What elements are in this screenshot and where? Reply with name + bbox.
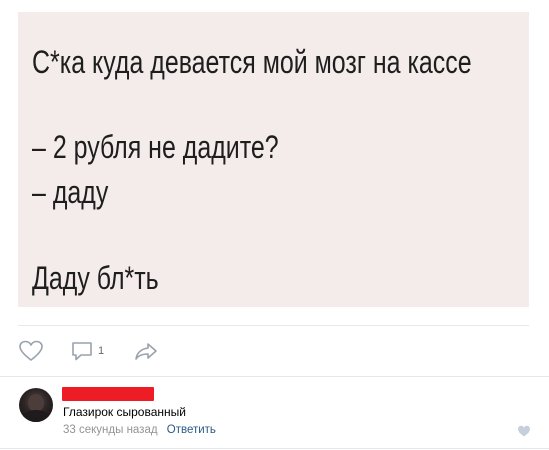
share-arrow-icon xyxy=(135,343,157,360)
post-image-line-1: С*ка куда девается мой мозг на кассе xyxy=(32,44,472,80)
post-image-line-4: Даду бл*ть xyxy=(32,260,159,296)
post-image-line-2: – 2 рубля не дадите? xyxy=(32,129,279,165)
post-image[interactable]: С*ка куда девается мой мозг на кассе – 2… xyxy=(18,12,529,307)
comment-text: Глазирок сырованный xyxy=(63,405,186,419)
comment-meta: 33 секунды назад Ответить xyxy=(63,424,216,436)
post-divider xyxy=(18,325,529,326)
share-button[interactable] xyxy=(133,338,159,364)
avatar-shoulders xyxy=(22,410,50,422)
redacted-author-name xyxy=(62,387,154,401)
heart-icon xyxy=(518,425,530,437)
like-button[interactable] xyxy=(18,338,44,364)
post-image-line-3: – даду xyxy=(32,174,109,210)
comment-icon xyxy=(72,342,92,361)
comments-divider xyxy=(0,376,549,377)
comment-count: 1 xyxy=(98,345,105,357)
avatar[interactable] xyxy=(19,388,53,422)
comment-button[interactable]: 1 xyxy=(70,338,104,364)
reply-link[interactable]: Ответить xyxy=(167,424,216,436)
comment-like-button[interactable] xyxy=(517,424,531,438)
bottom-divider xyxy=(0,448,549,449)
heart-icon xyxy=(19,340,43,361)
comment-time[interactable]: 33 секунды назад xyxy=(63,424,158,436)
